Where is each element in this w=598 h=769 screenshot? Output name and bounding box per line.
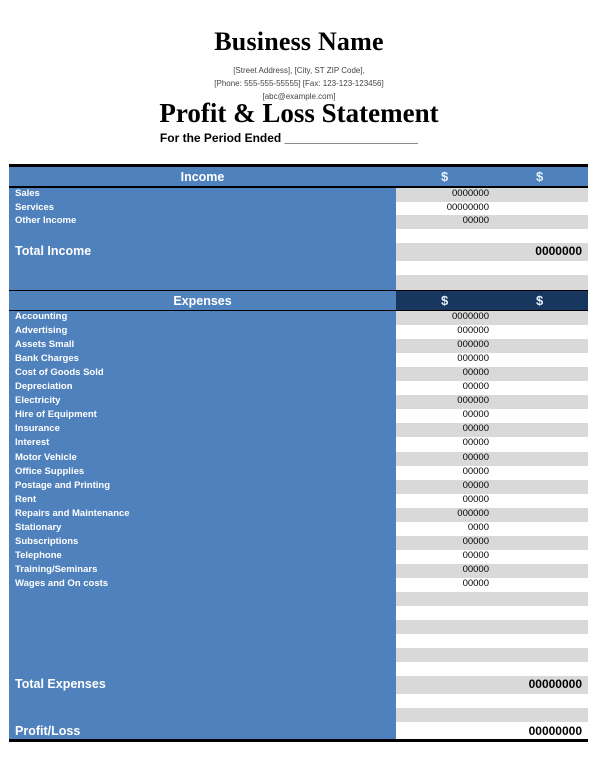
income-currency-col2: $ bbox=[536, 169, 544, 184]
total-expenses-label: Total Expenses bbox=[15, 677, 106, 692]
income-currency-col1: $ bbox=[441, 169, 449, 184]
expense-item-value[interactable]: 00000 bbox=[389, 563, 489, 577]
expense-item-value[interactable]: 0000000 bbox=[389, 310, 489, 324]
expense-item-value[interactable]: 00000 bbox=[389, 479, 489, 493]
expense-item-label: Accounting bbox=[15, 311, 68, 322]
expense-item-value[interactable]: 00000 bbox=[389, 380, 489, 394]
expense-item-value[interactable]: 00000 bbox=[389, 549, 489, 563]
total-income-label: Total Income bbox=[15, 244, 92, 259]
value-cell-stripe bbox=[396, 229, 588, 244]
expense-item-value[interactable]: 000000 bbox=[389, 338, 489, 352]
value-cell-stripe bbox=[396, 662, 588, 677]
expense-item-label: Cost of Goods Sold bbox=[15, 367, 104, 379]
expense-item-label: Wages and On costs bbox=[15, 577, 109, 589]
expense-item-label: Interest bbox=[15, 437, 50, 449]
expense-item-value[interactable]: 00000 bbox=[389, 535, 489, 549]
table-bottom-border bbox=[9, 739, 588, 742]
expense-item-value[interactable]: 00000 bbox=[389, 436, 489, 450]
expenses-heading: Expenses bbox=[173, 294, 232, 308]
total-expenses-value[interactable]: 00000000 bbox=[529, 677, 582, 691]
expense-item-label: Hire of Equipment bbox=[15, 409, 97, 421]
income-item-label: Services bbox=[15, 201, 55, 213]
income-item-value[interactable]: 00000 bbox=[389, 214, 489, 228]
expense-item-value[interactable]: 0000 bbox=[389, 521, 489, 535]
expense-item-label: Telephone bbox=[15, 549, 62, 561]
expense-item-value[interactable]: 00000 bbox=[389, 366, 489, 380]
expense-item-label: Depreciation bbox=[15, 381, 73, 393]
expense-item-label: Office Supplies bbox=[15, 465, 85, 477]
expense-item-label: Motor Vehicle bbox=[15, 451, 77, 463]
expenses-currency-col1: $ bbox=[441, 293, 449, 308]
period-label: For the Period Ended ___________________… bbox=[159, 131, 419, 145]
expense-item-value[interactable]: 000000 bbox=[389, 394, 489, 408]
income-heading: Income bbox=[180, 170, 225, 184]
expense-item-label: Assets Small bbox=[15, 339, 75, 351]
value-cell-stripe bbox=[396, 634, 588, 649]
expense-item-value[interactable]: 00000 bbox=[389, 493, 489, 507]
expense-item-value[interactable]: 00000 bbox=[389, 577, 489, 591]
expense-item-label: Training/Seminars bbox=[15, 563, 98, 575]
expense-item-value[interactable]: 00000 bbox=[389, 408, 489, 422]
income-header-row: Income $ $ bbox=[9, 167, 588, 186]
expenses-currency-col2: $ bbox=[536, 293, 544, 308]
value-cell-stripe bbox=[396, 606, 588, 621]
expense-item-value[interactable]: 000000 bbox=[389, 352, 489, 366]
statement-title: Profit & Loss Statement bbox=[159, 98, 439, 128]
expense-item-label: Repairs and Maintenance bbox=[15, 507, 130, 519]
business-name: Business Name bbox=[214, 27, 384, 56]
income-item-label: Other Income bbox=[15, 215, 77, 227]
expense-item-label: Advertising bbox=[15, 325, 68, 337]
total-income-value[interactable]: 0000000 bbox=[535, 244, 582, 258]
expense-item-label: Stationary bbox=[15, 521, 62, 533]
address-line: [Street Address], [City, ST ZIP Code], bbox=[233, 66, 365, 75]
value-cell-stripe bbox=[396, 620, 588, 635]
expense-item-value[interactable]: 00000 bbox=[389, 422, 489, 436]
income-item-value[interactable]: 00000000 bbox=[389, 201, 489, 215]
phone-fax-line: [Phone: 555-555-55555] [Fax: 123-123-123… bbox=[214, 79, 384, 88]
income-item-label: Sales bbox=[15, 188, 40, 199]
profit-loss-value[interactable]: 00000000 bbox=[529, 724, 582, 738]
value-cell-stripe bbox=[396, 275, 588, 290]
value-cell-stripe bbox=[396, 708, 588, 723]
expenses-header-row: Expenses $ $ bbox=[9, 291, 588, 310]
expense-item-value[interactable]: 000000 bbox=[389, 324, 489, 338]
income-label-column bbox=[9, 188, 396, 290]
expense-item-label: Insurance bbox=[15, 423, 60, 435]
profit-loss-label: Profit/Loss bbox=[15, 724, 81, 739]
expense-item-value[interactable]: 00000 bbox=[389, 465, 489, 479]
value-cell-stripe bbox=[396, 648, 588, 663]
expense-item-value[interactable]: 00000 bbox=[389, 451, 489, 465]
value-cell-stripe bbox=[396, 592, 588, 607]
value-cell-stripe bbox=[396, 694, 588, 709]
expense-item-label: Subscriptions bbox=[15, 535, 79, 547]
income-item-value[interactable]: 0000000 bbox=[389, 187, 489, 201]
expense-item-value[interactable]: 000000 bbox=[389, 507, 489, 521]
expense-item-label: Bank Charges bbox=[15, 353, 79, 365]
expense-item-label: Electricity bbox=[15, 395, 61, 407]
value-cell-stripe bbox=[396, 261, 588, 276]
expense-item-label: Postage and Printing bbox=[15, 479, 111, 491]
expense-item-label: Rent bbox=[15, 493, 37, 505]
